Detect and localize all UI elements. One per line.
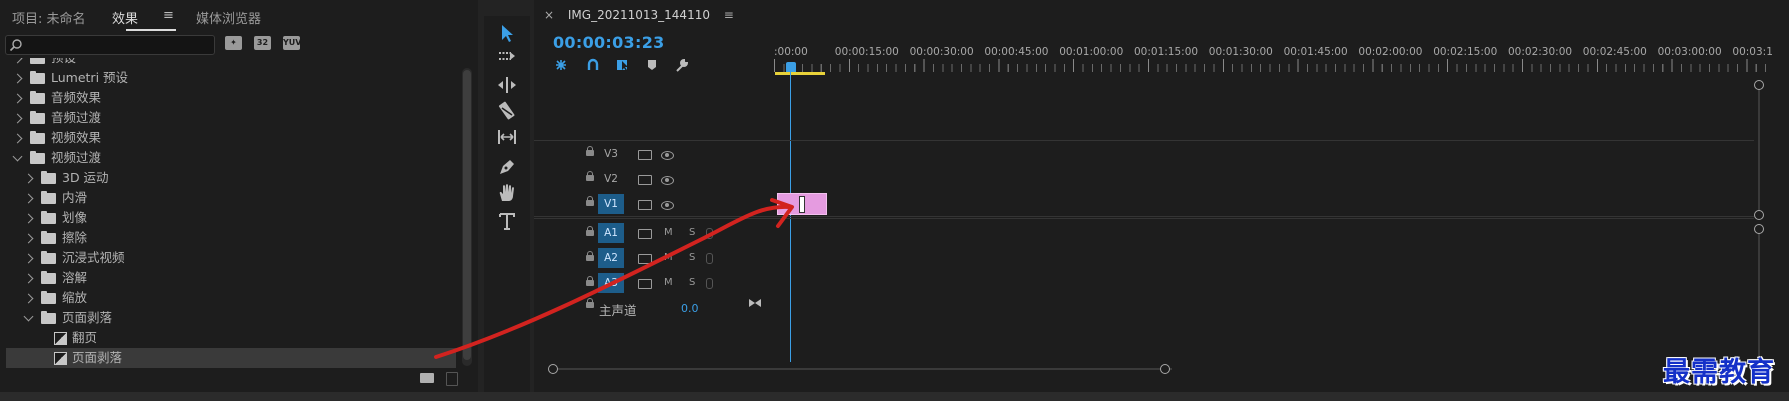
- watermark-logo: 最需教育: [1663, 357, 1775, 388]
- status-bar: [0, 392, 1789, 401]
- annotation-arrow: [434, 198, 794, 359]
